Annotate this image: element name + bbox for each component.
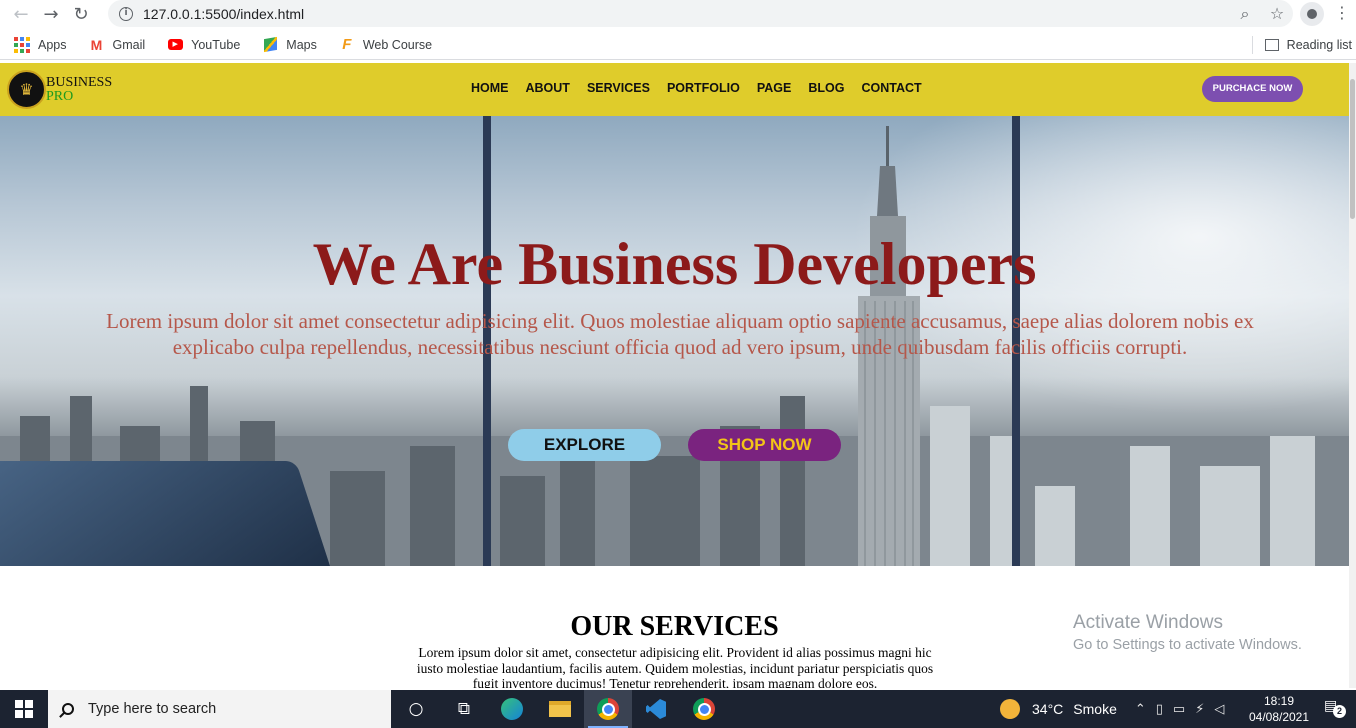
bookmark-label: Web Course: [362, 37, 433, 52]
hero-section: We Are Business Developers Lorem ipsum d…: [0, 116, 1349, 566]
url-text[interactable]: 127.0.0.1:5500/index.html: [143, 6, 304, 22]
forward-button[interactable]: →: [36, 0, 66, 28]
bookmark-label: Maps: [286, 37, 317, 52]
bookmark-label: Gmail: [112, 37, 146, 52]
taskbar-search-box[interactable]: Type here to search: [48, 690, 391, 728]
task-view-icon[interactable]: ⧉: [440, 690, 488, 728]
scrollbar-thumb[interactable]: [1350, 79, 1355, 219]
logo-line1: BUSINESS: [46, 75, 113, 90]
vscode-app[interactable]: [632, 690, 680, 728]
laptop-image: [0, 461, 331, 566]
windows-taskbar: Type here to search ○ ⧉ 34°C Smoke ⌃▯▭⚡◁…: [0, 690, 1356, 728]
reading-list-icon: [1264, 39, 1279, 51]
page-scrollbar[interactable]: [1349, 63, 1356, 688]
maps-icon: [262, 36, 278, 53]
weather-temp[interactable]: 34°C: [1032, 701, 1063, 717]
youtube-icon: ▶: [167, 37, 183, 53]
bookmark-label: Apps: [38, 37, 67, 52]
browser-menu-icon[interactable]: ⋮: [1334, 3, 1350, 22]
taskbar-clock[interactable]: 18:19 04/08/2021: [1246, 693, 1312, 725]
start-button[interactable]: [0, 690, 48, 728]
menu-services[interactable]: SERVICES: [587, 81, 650, 95]
bookmark-gmail[interactable]: M Gmail: [85, 31, 150, 59]
bookmark-label: YouTube: [191, 37, 241, 52]
taskbar-apps: ○ ⧉: [392, 690, 728, 728]
watermark-line1: Activate Windows: [1073, 612, 1223, 633]
menu-blog[interactable]: BLOG: [808, 81, 844, 95]
chrome-icon: [597, 698, 619, 720]
hero-description: Lorem ipsum dolor sit amet consectetur a…: [106, 309, 1254, 359]
back-button[interactable]: ←: [6, 0, 36, 28]
menu-contact[interactable]: CONTACT: [861, 81, 921, 95]
watermark-line2: Go to Settings to activate Windows.: [1073, 637, 1302, 653]
search-placeholder: Type here to search: [88, 701, 217, 717]
services-description: Lorem ipsum dolor sit amet, consectetur …: [416, 645, 934, 688]
hero-title: We Are Business Developers: [312, 231, 1037, 297]
chrome-app-2[interactable]: [680, 690, 728, 728]
apps-grid-icon: [14, 36, 30, 53]
weather-condition[interactable]: Smoke: [1073, 701, 1117, 717]
bookmark-web-course[interactable]: F Web Course: [335, 31, 436, 59]
vscode-icon: [646, 699, 666, 719]
bookmark-star-icon[interactable]: ☆: [1261, 4, 1293, 23]
menu-portfolio[interactable]: PORTFOLIO: [667, 81, 740, 95]
bookmark-maps[interactable]: Maps: [258, 31, 321, 59]
main-menu: HOME ABOUT SERVICES PORTFOLIO PAGE BLOG …: [471, 81, 922, 95]
browser-toolbar: ← → ↻ i 127.0.0.1:5500/index.html ⌕ ☆ ⋮: [0, 0, 1356, 28]
page-viewport: ♛ BUSINESS PRO HOME ABOUT SERVICES PORTF…: [0, 63, 1356, 688]
reading-list[interactable]: Reading list: [1251, 30, 1352, 60]
shop-now-button[interactable]: SHOP NOW: [688, 429, 841, 461]
explore-button[interactable]: EXPLORE: [508, 429, 661, 461]
zoom-icon[interactable]: ⌕: [1229, 4, 1261, 24]
site-info-icon[interactable]: i: [119, 6, 133, 21]
file-explorer-app[interactable]: [536, 690, 584, 728]
clock-date: 04/08/2021: [1248, 710, 1310, 724]
divider: [1251, 36, 1253, 54]
bookmark-apps[interactable]: Apps: [10, 31, 71, 59]
purchase-now-button[interactable]: PURCHACE NOW: [1202, 76, 1303, 102]
notification-count: 2: [1333, 705, 1346, 718]
folder-icon: [549, 701, 571, 717]
weather-sun-icon[interactable]: [1000, 699, 1020, 719]
site-navbar: ♛ BUSINESS PRO HOME ABOUT SERVICES PORTF…: [0, 63, 1349, 116]
logo-line2: PRO: [46, 89, 74, 104]
menu-page[interactable]: PAGE: [757, 81, 792, 95]
site-logo[interactable]: BUSINESS PRO: [46, 76, 112, 104]
tray-icons[interactable]: ⌃▯▭⚡◁: [1135, 702, 1234, 717]
windows-logo-icon: [15, 700, 33, 718]
web-course-icon: F: [342, 36, 352, 53]
edge-icon: [501, 698, 523, 720]
bookmark-youtube[interactable]: ▶ YouTube: [163, 31, 244, 59]
profile-avatar-icon[interactable]: [1300, 2, 1324, 26]
chrome-icon: [693, 698, 715, 720]
reading-list-label: Reading list: [1286, 38, 1352, 52]
notification-center-icon[interactable]: ▤ 2: [1324, 698, 1346, 718]
system-tray: 34°C Smoke ⌃▯▭⚡◁: [1000, 690, 1234, 728]
address-bar[interactable]: i 127.0.0.1:5500/index.html ⌕ ☆: [108, 0, 1293, 27]
clock-time: 18:19: [1263, 694, 1295, 708]
cortana-icon[interactable]: ○: [392, 690, 440, 728]
menu-about[interactable]: ABOUT: [526, 81, 570, 95]
lion-logo-icon[interactable]: ♛: [7, 70, 46, 109]
menu-home[interactable]: HOME: [471, 81, 509, 95]
reload-button[interactable]: ↻: [66, 0, 96, 28]
bookmarks-bar: Apps M Gmail ▶ YouTube Maps F Web Course…: [0, 30, 1356, 60]
chrome-app-active[interactable]: [584, 690, 632, 728]
edge-app[interactable]: [488, 690, 536, 728]
search-icon: [62, 703, 74, 715]
activate-windows-watermark: Activate Windows Go to Settings to activ…: [1073, 612, 1302, 653]
gmail-icon: M: [90, 36, 103, 53]
